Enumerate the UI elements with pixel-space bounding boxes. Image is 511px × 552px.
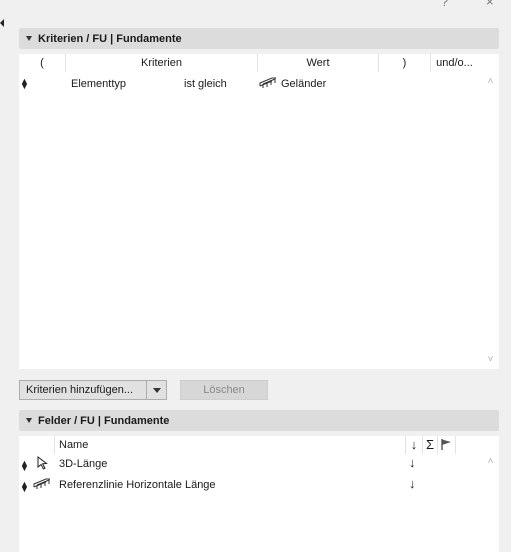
scroll-down-icon[interactable]: ˅ <box>482 354 499 366</box>
add-criteria-dropdown-button[interactable] <box>146 380 167 400</box>
criteria-section-header[interactable]: Kriterien / FU | Fundamente <box>19 28 499 49</box>
criteria-table <box>19 54 482 369</box>
col-header-conjunction[interactable]: und/o... <box>431 54 478 72</box>
help-button[interactable]: ? <box>441 0 448 9</box>
criteria-scrollbar[interactable]: ˄ ˅ <box>482 54 499 369</box>
criterion-cell[interactable]: Elementtyp <box>71 77 126 91</box>
col-header-criteria[interactable]: Kriterien <box>66 54 258 72</box>
sort-down-icon[interactable]: ↓ <box>409 455 416 470</box>
railing-icon <box>33 478 51 490</box>
collapse-triangle-icon[interactable] <box>26 36 32 41</box>
sum-column-icon[interactable]: Σ <box>424 436 436 454</box>
collapse-triangle-icon[interactable] <box>26 418 32 423</box>
criteria-section-title: Kriterien / FU | Fundamente <box>38 32 182 45</box>
field-name-cell[interactable]: 3D-Länge <box>59 457 107 471</box>
pointer-arrow-icon <box>37 455 49 470</box>
railing-icon <box>259 77 277 89</box>
scroll-up-icon[interactable]: ˄ <box>482 456 499 468</box>
drag-handle-icon[interactable]: ▲ ▼ <box>20 480 29 494</box>
sort-down-icon[interactable]: ↓ <box>409 476 416 491</box>
fields-section-header[interactable]: Felder / FU | Fundamente <box>19 410 499 431</box>
fields-section-title: Felder / FU | Fundamente <box>38 414 170 427</box>
close-button[interactable]: × <box>486 0 494 9</box>
value-cell[interactable]: Geländer <box>281 77 326 91</box>
field-name-cell[interactable]: Referenzlinie Horizontale Länge <box>59 478 216 492</box>
add-criteria-button[interactable]: Kriterien hinzufügen... <box>19 380 147 400</box>
flag-icon[interactable] <box>440 438 452 451</box>
col-header-paren-close[interactable]: ) <box>379 54 431 72</box>
drag-handle-icon[interactable]: ▲ ▼ <box>20 459 29 473</box>
scroll-up-icon[interactable]: ˄ <box>482 76 499 88</box>
operator-cell[interactable]: ist gleich <box>184 77 227 91</box>
sort-column-icon[interactable]: ↓ <box>408 436 420 454</box>
drag-handle-icon[interactable]: ▲ ▼ <box>20 77 29 91</box>
col-header-name[interactable]: Name <box>59 436 88 454</box>
chevron-down-icon <box>152 388 161 393</box>
delete-button[interactable]: Löschen <box>180 380 268 400</box>
col-header-paren-open[interactable]: ( <box>19 54 66 72</box>
col-header-value[interactable]: Wert <box>258 54 379 72</box>
fields-scrollbar[interactable]: ˄ <box>482 436 499 552</box>
panel-collapse-marker[interactable] <box>0 19 4 27</box>
